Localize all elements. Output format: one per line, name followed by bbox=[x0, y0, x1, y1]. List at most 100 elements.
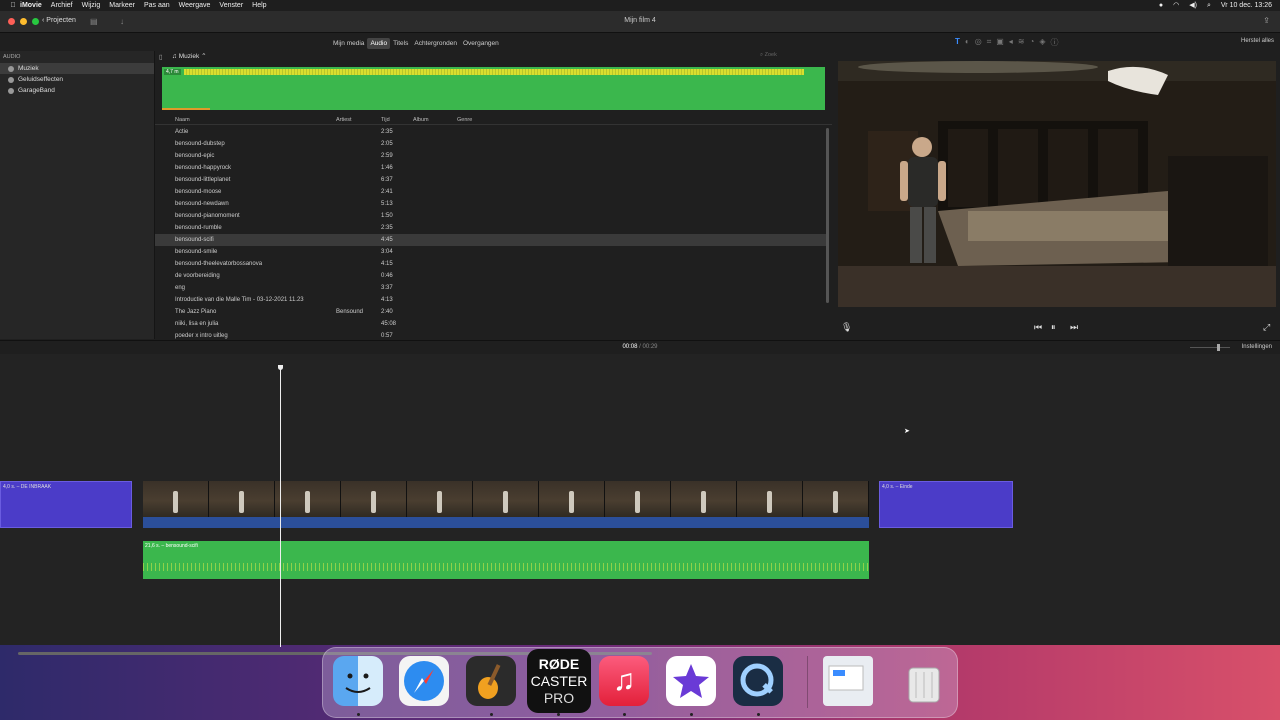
track-row[interactable]: Introductie van die Malle Tim - 03-12-20… bbox=[155, 294, 827, 306]
track-row[interactable]: bensound-scifi 4:45 bbox=[155, 234, 827, 246]
menu-item-pas-aan[interactable]: Pas aan bbox=[144, 0, 170, 11]
timeline[interactable]: 4,0 s. – DE INBRAAK 21,6 s. – bensound-s… bbox=[0, 354, 1280, 655]
track-row[interactable]: bensound-pianomoment 1:50 bbox=[155, 210, 827, 222]
menu-item-weergave[interactable]: Weergave bbox=[179, 0, 211, 11]
fullscreen-icon[interactable]: ⤢ bbox=[1263, 322, 1270, 333]
dock-documents-stack[interactable] bbox=[823, 656, 873, 706]
dock-trash[interactable] bbox=[899, 656, 949, 706]
search-input[interactable]: ⌕ Zoek bbox=[760, 52, 830, 61]
track-row[interactable]: Actie 2:35 bbox=[155, 126, 827, 138]
track-row[interactable]: bensound-moose 2:41 bbox=[155, 186, 827, 198]
record-icon[interactable]: ● bbox=[1159, 0, 1163, 11]
menu-item-markeer[interactable]: Markeer bbox=[109, 0, 135, 11]
track-row[interactable]: eng 3:37 bbox=[155, 282, 827, 294]
tab-achtergronden[interactable]: Achtergronden bbox=[411, 38, 460, 49]
volume-tool-icon[interactable]: ◂ bbox=[1009, 37, 1013, 48]
column-time[interactable]: Tijd bbox=[381, 117, 390, 123]
sidebar-item-geluidseffecten[interactable]: Geluidseffecten bbox=[0, 74, 154, 85]
dock-imovie[interactable] bbox=[666, 656, 716, 706]
video-clip[interactable] bbox=[143, 481, 869, 528]
menu-app[interactable]: iMovie bbox=[20, 0, 42, 11]
audio-clip[interactable]: 21,6 s. – bensound-scifi bbox=[143, 541, 869, 579]
noise-reduction-icon[interactable]: ≋ bbox=[1018, 37, 1025, 48]
browser-scrollbar[interactable] bbox=[826, 128, 829, 303]
skip-back-icon[interactable]: ⏮ bbox=[1034, 322, 1042, 333]
tab-overgangen[interactable]: Overgangen bbox=[460, 38, 502, 49]
person-figure bbox=[700, 491, 706, 513]
track-row[interactable]: The Jazz Piano Bensound 2:40 bbox=[155, 306, 827, 318]
column-genre[interactable]: Genre bbox=[457, 117, 472, 123]
playhead[interactable] bbox=[278, 365, 283, 647]
track-time: 3:04 bbox=[381, 249, 393, 255]
share-icon[interactable]: ⇪ bbox=[1263, 16, 1270, 25]
track-row[interactable]: bensound-smile 3:04 bbox=[155, 246, 827, 258]
title-bar: ‹ Projecten ▤ ↓ Mijn film 4 ⇪ bbox=[0, 11, 1280, 33]
track-row[interactable]: bensound-epic 2:59 bbox=[155, 150, 827, 162]
zoom-slider-handle[interactable] bbox=[1217, 344, 1220, 351]
column-name[interactable]: Naam bbox=[175, 117, 190, 123]
crop-icon[interactable]: ⌗ bbox=[987, 37, 992, 48]
dock-rodecaster[interactable]: RØDE CASTER PRO bbox=[527, 649, 591, 713]
category-dropdown[interactable]: ♫ Muziek ⌃ bbox=[172, 52, 207, 60]
track-artist: Bensound bbox=[336, 309, 364, 315]
wifi-icon[interactable]: ◠ bbox=[1173, 0, 1179, 11]
zoom-slider[interactable] bbox=[1190, 344, 1230, 351]
track-row[interactable]: niiki, lisa en julia 45:08 bbox=[155, 318, 827, 330]
search-icon[interactable]: ⌕ bbox=[1207, 0, 1211, 11]
color-correction-icon[interactable]: ◎ bbox=[975, 37, 982, 48]
imovie-icon bbox=[673, 664, 709, 698]
sidebar-toggle-icon[interactable]: ▯ bbox=[159, 53, 163, 61]
track-name: bensound-epic bbox=[175, 153, 215, 159]
title-clip-einde[interactable]: 4,0 s. – Einde bbox=[879, 481, 1013, 528]
volume-icon[interactable]: ◀) bbox=[1189, 0, 1197, 11]
settings-button[interactable]: Instellingen bbox=[1242, 344, 1272, 350]
track-row[interactable]: bensound-newdawn 5:13 bbox=[155, 198, 827, 210]
track-name: bensound-rumble bbox=[175, 225, 222, 231]
track-name: bensound-theelevatorbossanova bbox=[175, 261, 263, 267]
preview-selection bbox=[162, 108, 210, 110]
apple-icon[interactable]:  bbox=[6, 0, 20, 11]
track-time: 45:08 bbox=[381, 321, 397, 327]
track-row[interactable]: bensound-happyrock 1:46 bbox=[155, 162, 827, 174]
color-balance-icon[interactable]: ◐ bbox=[965, 37, 970, 48]
filter-icon[interactable]: ◈ bbox=[1039, 37, 1045, 48]
tab-mijn-media[interactable]: Mijn media bbox=[330, 38, 367, 49]
skip-forward-icon[interactable]: ⏭ bbox=[1070, 322, 1078, 333]
track-row[interactable]: bensound-theelevatorbossanova 4:15 bbox=[155, 258, 827, 270]
track-row[interactable]: bensound-rumble 2:35 bbox=[155, 222, 827, 234]
menu-item-venster[interactable]: Venster bbox=[219, 0, 243, 11]
title-tool-icon[interactable]: T bbox=[955, 37, 960, 48]
track-row[interactable]: de voorbereiding 0:46 bbox=[155, 270, 827, 282]
audio-browser: ▯ ♫ Muziek ⌃ ⌕ Zoek 4,7 m Naam Artiest T… bbox=[155, 51, 832, 339]
stabilization-icon[interactable]: ▣ bbox=[996, 37, 1004, 48]
track-row[interactable]: bensound-dubstep 2:05 bbox=[155, 138, 827, 150]
clock[interactable]: Vr 10 dec. 13:26 bbox=[1221, 0, 1272, 11]
pause-icon[interactable]: ⏸ bbox=[1051, 322, 1056, 333]
menu-item-wijzig[interactable]: Wijzig bbox=[82, 0, 101, 11]
track-name: bensound-littleplanet bbox=[175, 177, 231, 183]
track-row[interactable]: poeder x intro uitleg 0:57 bbox=[155, 330, 827, 339]
title-clip-de-inbraak[interactable]: 4,0 s. – DE INBRAAK bbox=[0, 481, 132, 528]
tab-audio[interactable]: Audio bbox=[367, 38, 391, 49]
dock-garageband[interactable] bbox=[466, 656, 516, 706]
video-viewer[interactable] bbox=[838, 61, 1276, 307]
column-artist[interactable]: Artiest bbox=[336, 117, 352, 123]
column-album[interactable]: Album bbox=[413, 117, 429, 123]
dock-quicktime[interactable] bbox=[733, 656, 783, 706]
speed-icon[interactable]: ◔ bbox=[1030, 37, 1035, 48]
tab-titels[interactable]: Titels bbox=[390, 38, 411, 49]
audio-preview-waveform[interactable]: 4,7 m bbox=[162, 67, 825, 110]
menu-item-help[interactable]: Help bbox=[252, 0, 266, 11]
playhead-handle[interactable] bbox=[278, 365, 283, 370]
microphone-icon[interactable]: 🎙 bbox=[841, 322, 852, 333]
dock-music[interactable]: ♫ bbox=[599, 656, 649, 706]
track-name: bensound-scifi bbox=[175, 237, 214, 243]
reset-all-button[interactable]: Herstel alles bbox=[1241, 38, 1274, 44]
dock-finder[interactable] bbox=[333, 656, 383, 706]
menu-item-archief[interactable]: Archief bbox=[51, 0, 73, 11]
dock-safari[interactable] bbox=[399, 656, 449, 706]
sidebar-item-muziek[interactable]: Muziek bbox=[0, 63, 154, 74]
sidebar-item-garageband[interactable]: GarageBand bbox=[0, 85, 154, 96]
track-row[interactable]: bensound-littleplanet 6:37 bbox=[155, 174, 827, 186]
info-icon[interactable]: ⓘ bbox=[1051, 37, 1059, 48]
